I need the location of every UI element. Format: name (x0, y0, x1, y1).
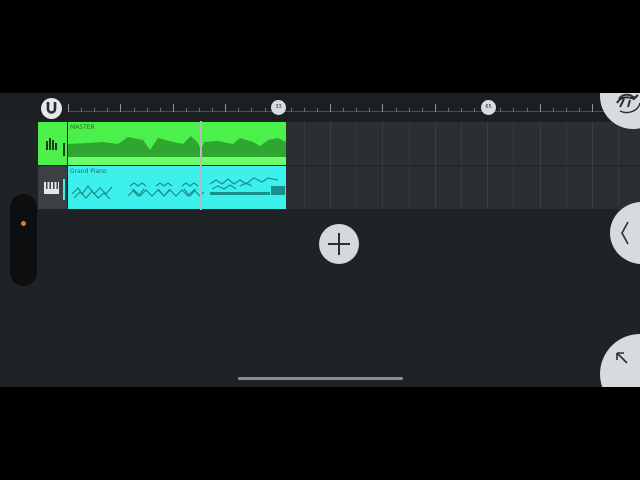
ruler-tick (81, 108, 83, 112)
piano-keys-icon (44, 179, 65, 200)
ruler-tick (68, 104, 69, 112)
status-indicator (21, 221, 26, 226)
arrow-up-left-icon (616, 352, 628, 364)
lane-grid-line (408, 122, 410, 165)
ruler-tick (264, 108, 266, 112)
bottom-right-button[interactable] (600, 334, 640, 387)
home-indicator[interactable] (238, 377, 403, 380)
chevron-left-icon (621, 221, 629, 245)
ruler-tick (303, 108, 305, 112)
lane-grid-line (592, 122, 593, 165)
lane-grid-line (487, 166, 489, 209)
magnet-icon (46, 102, 57, 114)
ruler-tick (421, 108, 423, 112)
ruler-tick (94, 108, 96, 112)
ruler-tick (290, 108, 292, 112)
ruler-tick (474, 108, 476, 112)
ruler-tick (159, 108, 161, 112)
bird-icon (616, 93, 640, 114)
lane-grid-line (408, 166, 410, 209)
side-panel-toggle-button[interactable] (610, 202, 640, 264)
ruler-tick (578, 108, 580, 112)
lane-grid-line (539, 122, 541, 165)
ruler-tick (330, 104, 331, 112)
ruler-tick (199, 108, 200, 112)
track-header-master[interactable] (38, 122, 67, 165)
ruler-tick (526, 108, 528, 112)
lane-grid-line (330, 166, 331, 209)
ruler-tick (133, 108, 135, 112)
ruler-tick (513, 108, 515, 112)
ruler-tick (461, 108, 462, 112)
ruler-tick (592, 104, 593, 112)
ruler-tick (251, 108, 253, 112)
ruler-tick (107, 108, 109, 112)
lane-grid-line (592, 166, 593, 209)
plus-icon (328, 233, 350, 255)
lane-grid-line (330, 122, 331, 165)
master-waveform (68, 136, 286, 165)
ruler-tick (382, 104, 384, 112)
lane-grid-line (382, 122, 384, 165)
lane-grid-line (303, 166, 305, 209)
piano-notes-pattern (71, 177, 285, 200)
ruler-tick (447, 108, 449, 112)
ruler-tick (316, 108, 318, 112)
lane-grid-line (382, 166, 384, 209)
bar-marker-65[interactable]: 65 (481, 100, 496, 115)
lane-grid-line (303, 122, 305, 165)
playhead[interactable] (200, 121, 202, 210)
ruler-tick (238, 108, 240, 112)
lane-grid-line (434, 122, 436, 165)
lane-grid-line (487, 122, 489, 165)
ruler-tick (565, 108, 567, 112)
clip-grand-piano[interactable]: Grand Piano (68, 166, 286, 209)
ruler-tick (369, 108, 371, 112)
lane-grid-line (461, 122, 462, 165)
lane-grid-line (539, 166, 541, 209)
top-right-button[interactable] (600, 93, 640, 129)
ruler-tick (212, 108, 214, 112)
mixer-bars-icon (46, 138, 65, 156)
lane-grid-line (565, 166, 567, 209)
lane-grid-line (434, 166, 436, 209)
arrangement-window: 33 65 MASTER Grand Piano (0, 93, 640, 387)
ruler-tick (539, 104, 541, 112)
ruler-tick (356, 108, 358, 112)
side-handle[interactable] (10, 194, 37, 286)
ruler-tick (343, 108, 345, 112)
ruler-line (68, 111, 640, 112)
lane-grid-line (513, 166, 515, 209)
ruler-tick (225, 104, 227, 112)
ruler-tick (120, 104, 122, 112)
ruler-tick (146, 108, 148, 112)
add-track-button[interactable] (319, 224, 359, 264)
clip-master[interactable]: MASTER (68, 122, 286, 165)
track-header-grand-piano[interactable] (38, 166, 67, 209)
ruler-tick (172, 104, 174, 112)
ruler-tick (552, 108, 554, 112)
snap-button[interactable] (41, 98, 62, 119)
ruler-tick (434, 104, 436, 112)
ruler-tick (185, 108, 187, 112)
ruler-tick (395, 108, 397, 112)
timeline-ruler[interactable]: 33 65 (0, 93, 640, 121)
lane-grid-line (461, 166, 462, 209)
lane-grid-line (565, 122, 567, 165)
ruler-tick (408, 108, 410, 112)
lane-grid-line (356, 166, 358, 209)
lane-grid-line (513, 122, 515, 165)
bar-marker-33[interactable]: 33 (271, 100, 286, 115)
ruler-tick (500, 108, 502, 112)
lane-grid-line (356, 122, 358, 165)
